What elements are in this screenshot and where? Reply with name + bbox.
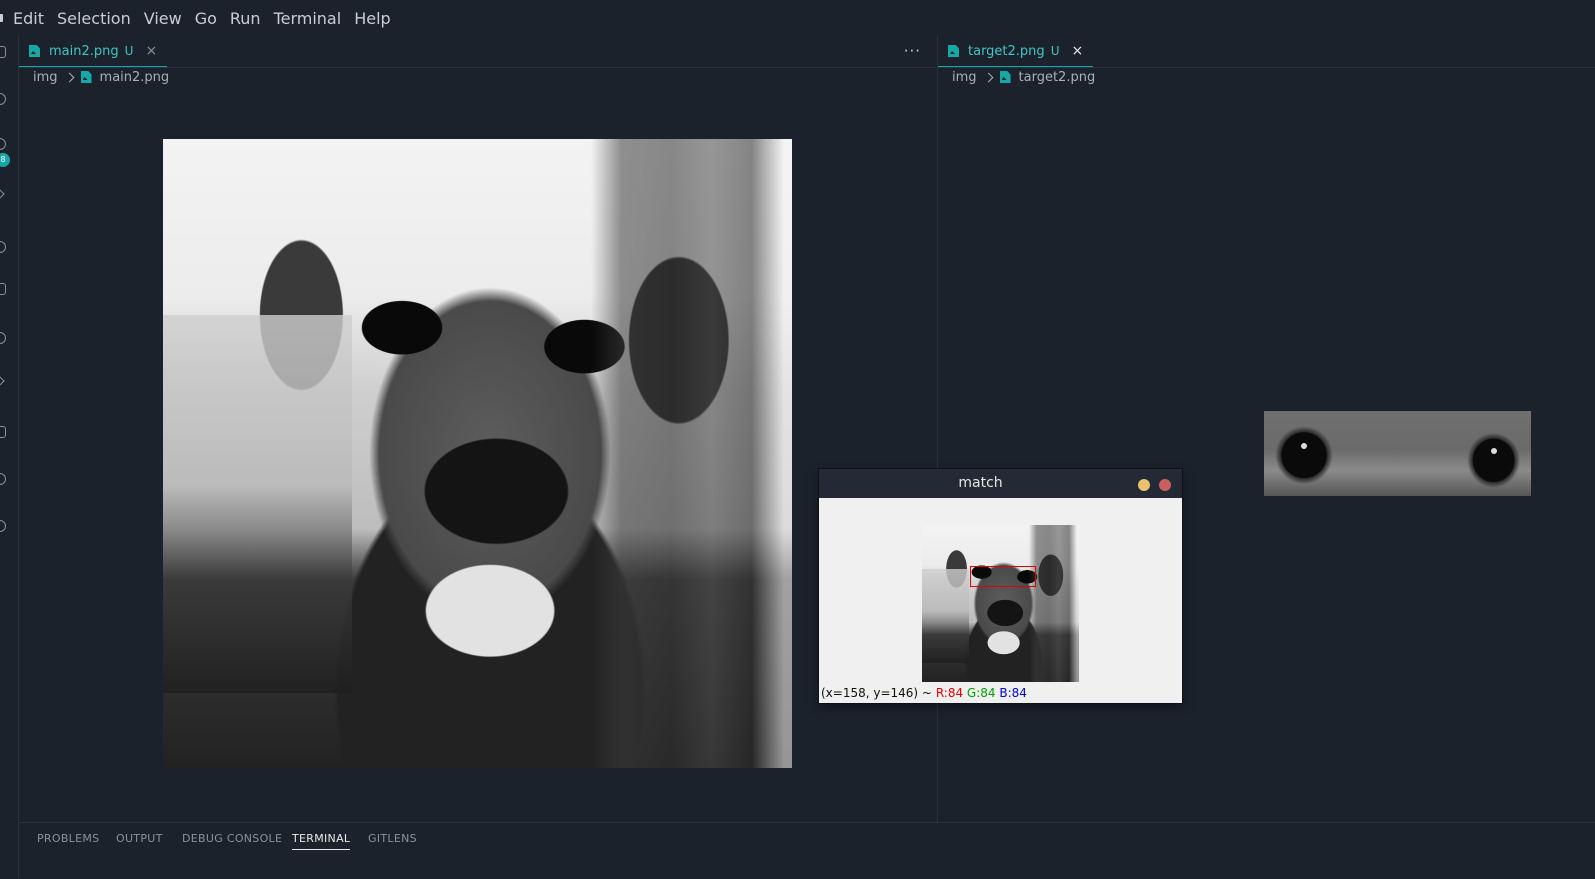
pixel-blue-value: B:84: [999, 686, 1027, 700]
tab-close-icon[interactable]: ×: [145, 43, 157, 59]
match-window-title: match: [958, 475, 1003, 491]
tab-label: main2.png: [49, 43, 119, 59]
extensions-icon[interactable]: [0, 241, 6, 253]
eye-highlight: [1301, 443, 1308, 450]
gitlens-icon[interactable]: [0, 375, 5, 387]
photo-bed-region: [922, 568, 970, 664]
left-tab-bar: main2.png U × ···: [19, 36, 937, 68]
image-file-icon: [29, 45, 40, 57]
image-file-icon: [1000, 71, 1011, 83]
photo-bed-region: [163, 315, 352, 693]
match-bounding-box: [970, 566, 1036, 587]
breadcrumb-file[interactable]: main2.png: [100, 70, 170, 85]
breadcrumb-folder[interactable]: img: [33, 70, 58, 85]
pixel-coords: (x=158, y=146) ~: [821, 686, 932, 700]
right-tab-bar: target2.png U ×: [938, 36, 1595, 68]
breadcrumb-folder[interactable]: img: [952, 70, 977, 85]
target-image-preview: [1264, 411, 1531, 496]
run-debug-icon[interactable]: [0, 188, 5, 200]
menu-go[interactable]: Go: [195, 9, 217, 28]
timeline-icon[interactable]: [0, 332, 6, 344]
tab-target2-png[interactable]: target2.png U ×: [938, 36, 1094, 67]
photo-dresser-region: [1028, 525, 1079, 682]
tab-label: target2.png: [968, 43, 1045, 59]
chevron-right-icon: [983, 72, 993, 82]
image-file-icon: [81, 71, 92, 83]
editor-split-divider[interactable]: [937, 36, 938, 822]
tab-close-icon[interactable]: ×: [1071, 43, 1083, 59]
photo-dresser-region: [590, 139, 792, 768]
menu-selection[interactable]: Selection: [57, 9, 131, 28]
menu-edit[interactable]: Edit: [13, 9, 44, 28]
source-control-icon[interactable]: [0, 138, 6, 150]
pixel-red-value: R:84: [935, 686, 964, 700]
eye-highlight: [1490, 448, 1497, 455]
accounts-icon[interactable]: [0, 473, 6, 485]
tab-main2-png[interactable]: main2.png U ×: [19, 36, 168, 67]
breadcrumb-right: img target2.png: [952, 68, 1095, 86]
match-window-titlebar[interactable]: match: [819, 469, 1182, 498]
menu-run[interactable]: Run: [230, 9, 261, 28]
main-image-preview: [163, 139, 792, 768]
minimize-button[interactable]: [1138, 479, 1150, 491]
activity-bar: 8: [0, 36, 19, 878]
remote-explorer-icon[interactable]: [0, 283, 6, 295]
menu-terminal[interactable]: Terminal: [274, 9, 342, 28]
menu-bar: Edit Selection View Go Run Terminal Help: [0, 0, 1595, 36]
panel-tab-bar: PROBLEMS OUTPUT DEBUG CONSOLE TERMINAL G…: [19, 822, 1595, 879]
search-icon[interactable]: [0, 93, 6, 105]
more-actions-button[interactable]: ···: [904, 42, 921, 60]
tab-terminal[interactable]: TERMINAL: [292, 832, 351, 850]
match-result-image[interactable]: [922, 525, 1079, 682]
source-control-badge: 8: [0, 153, 10, 167]
tab-gitlens[interactable]: GITLENS: [368, 832, 417, 849]
app-menu-edge-icon[interactable]: [0, 14, 3, 22]
tab-problems[interactable]: PROBLEMS: [37, 832, 99, 849]
testing-icon[interactable]: [0, 426, 6, 438]
chevron-right-icon: [64, 72, 74, 82]
pixel-status-line: (x=158, y=146) ~ R:84 G:84 B:84: [821, 686, 1027, 700]
image-file-icon: [948, 45, 959, 57]
menu-view[interactable]: View: [144, 9, 182, 28]
pixel-green-value: G:84: [966, 686, 996, 700]
untracked-badge: U: [1050, 44, 1060, 58]
explorer-icon[interactable]: [0, 46, 6, 58]
breadcrumb-file[interactable]: target2.png: [1019, 70, 1096, 85]
untracked-badge: U: [124, 44, 134, 58]
settings-gear-icon[interactable]: [0, 520, 6, 532]
menu-help[interactable]: Help: [354, 9, 390, 28]
tab-debug-console[interactable]: DEBUG CONSOLE: [182, 832, 282, 849]
match-window[interactable]: match (x=158, y=146) ~ R:84 G:84 B:84: [819, 469, 1182, 703]
breadcrumb-left: img main2.png: [33, 68, 169, 86]
close-button[interactable]: [1159, 479, 1171, 491]
tab-output[interactable]: OUTPUT: [116, 832, 163, 849]
